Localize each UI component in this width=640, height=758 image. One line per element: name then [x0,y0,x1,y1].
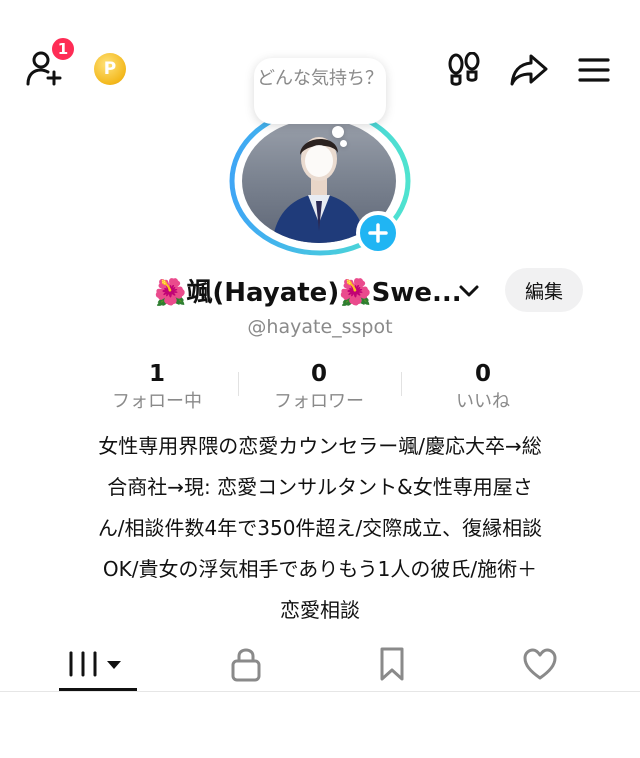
stat-label: いいね [456,391,510,412]
tab-saved[interactable] [350,640,434,688]
tab-private[interactable] [204,640,288,688]
stat-value: 1 [148,361,165,387]
footprint-icon[interactable] [442,48,486,92]
stat-divider [401,372,402,396]
stat-divider [238,372,239,396]
stat-label: フォロワー [274,391,364,412]
bio-line: OK/貴女の浮気相手でありもう1人の彼氏/施術＋ [102,557,538,581]
bio: 女性専用界隈の恋愛カウンセラー颯/慶応大卒→総 合商社→現: 恋愛コンサルタント… [56,426,584,631]
tab-liked[interactable] [498,640,582,688]
bubble-tail-dot [340,140,347,147]
notification-badge[interactable]: 1 [50,36,76,62]
tab-videos[interactable] [56,640,140,688]
stat-following[interactable]: 1 フォロー中 [92,360,222,416]
bio-line: ん/相談件数4年で350件超え/交際成立、復縁相談 [97,516,543,540]
bio-line: 合商社→現: 恋愛コンサルタント&女性専用屋さ [107,475,533,499]
stat-label: フォロー中 [112,391,202,412]
heart-icon [523,648,557,680]
grid-dropdown-icon [69,651,121,677]
edit-profile-button[interactable]: 編集 [505,268,583,312]
username: @hayate_sspot [247,316,393,338]
display-name[interactable]: 🌺颯(Hayate)🌺Swe... [154,272,462,309]
lock-icon [231,648,261,682]
bio-line: 恋愛相談 [280,598,360,622]
stat-likes[interactable]: 0 いいね [418,360,548,416]
stat-value: 0 [310,361,327,387]
bio-line: 女性専用界隈の恋愛カウンセラー颯/慶応大卒→総 [98,434,542,458]
share-icon[interactable] [506,48,552,92]
mood-bubble[interactable]: どんな気持ち？ [254,58,386,124]
tabs-divider [0,691,640,692]
stat-value: 0 [474,361,491,387]
bookmark-icon [380,647,404,681]
coin-symbol: P [103,59,117,79]
add-avatar-button[interactable] [356,211,400,255]
stat-followers[interactable]: 0 フォロワー [254,360,384,416]
chevron-down-icon[interactable] [456,278,482,304]
bubble-tail-dot [332,126,344,138]
coin-icon[interactable]: P [94,53,126,85]
menu-icon[interactable] [572,48,616,92]
plus-icon [368,223,388,243]
